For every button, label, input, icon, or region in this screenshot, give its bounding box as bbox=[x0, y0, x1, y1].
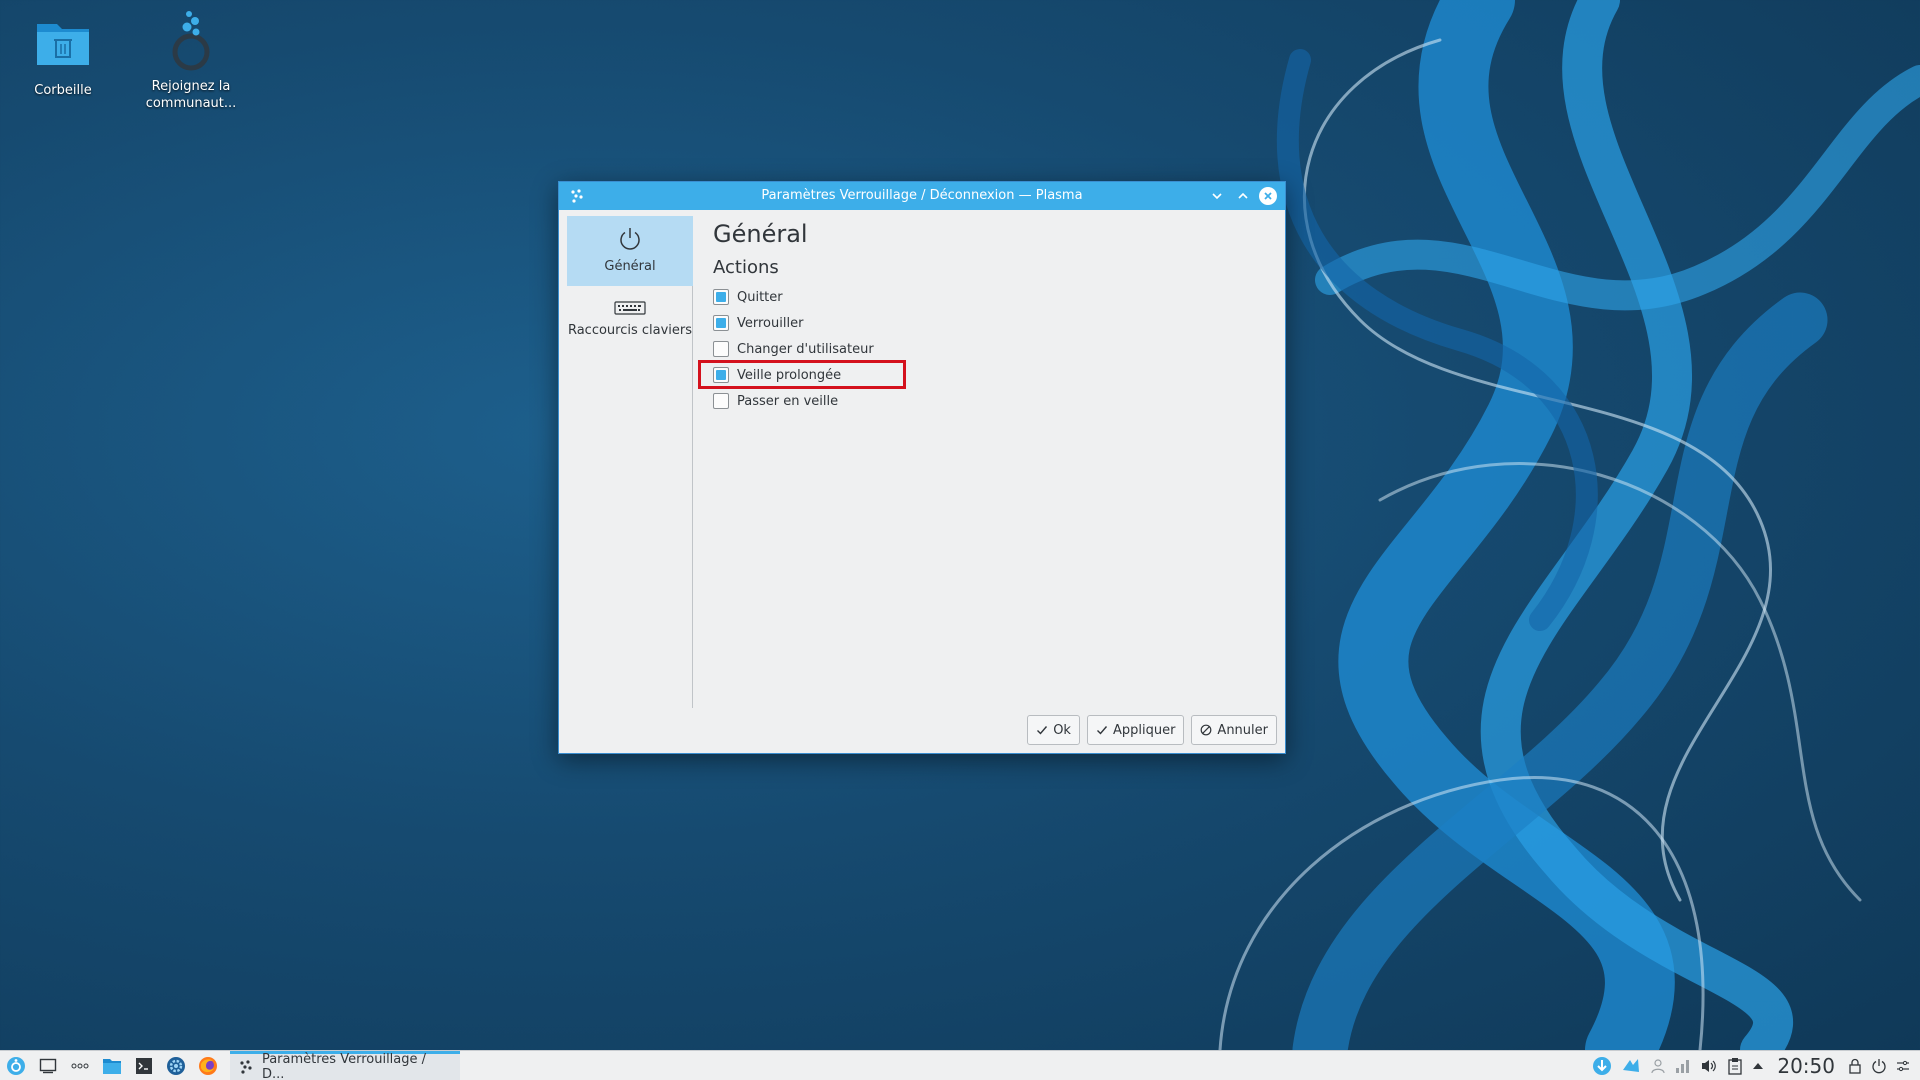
category-sidebar: Général Raccourcis claviers bbox=[567, 216, 693, 708]
power-icon[interactable] bbox=[1871, 1058, 1887, 1074]
settings-window: Paramètres Verrouillage / Déconnexion — … bbox=[558, 181, 1286, 754]
file-manager-launcher[interactable] bbox=[100, 1054, 124, 1078]
app-icon bbox=[240, 1060, 252, 1074]
check-icon bbox=[1096, 726, 1107, 735]
app-icon bbox=[571, 189, 583, 203]
sidebar-item-label: Général bbox=[604, 259, 656, 274]
dialog-buttons: Ok Appliquer Annuler bbox=[1027, 715, 1277, 745]
maximize-button[interactable] bbox=[1233, 186, 1253, 206]
desktop-icon-label: Corbeille bbox=[34, 83, 92, 98]
apply-button[interactable]: Appliquer bbox=[1086, 715, 1185, 745]
overflow-button[interactable] bbox=[68, 1054, 92, 1078]
community-icon bbox=[172, 11, 210, 71]
sidebar-item-general[interactable]: Général bbox=[567, 216, 693, 286]
volume-icon[interactable] bbox=[1700, 1058, 1718, 1074]
taskbar-task-settings[interactable]: Paramètres Verrouillage / D... bbox=[230, 1050, 460, 1080]
close-button[interactable] bbox=[1259, 187, 1277, 205]
sidebar-item-label: Raccourcis claviers bbox=[567, 323, 693, 338]
checkbox-label: Quitter bbox=[737, 289, 783, 305]
section-heading: Actions bbox=[713, 257, 779, 278]
launcher-icon bbox=[7, 1056, 25, 1075]
discover-icon[interactable] bbox=[1621, 1056, 1641, 1076]
page-title: Général bbox=[713, 220, 808, 248]
checkbox-label: Verrouiller bbox=[737, 315, 804, 331]
update-icon[interactable] bbox=[1592, 1056, 1612, 1076]
more-icon bbox=[71, 1063, 89, 1068]
checkbox-label: Passer en veille bbox=[737, 393, 839, 409]
checkbox-label: Changer d'utilisateur bbox=[737, 341, 874, 357]
window-title: Paramètres Verrouillage / Déconnexion — … bbox=[761, 188, 1083, 203]
minimize-button[interactable] bbox=[1207, 186, 1227, 206]
checkbox-box[interactable] bbox=[713, 315, 729, 331]
desktop-icon bbox=[39, 1058, 57, 1073]
clipboard-icon[interactable] bbox=[1727, 1057, 1743, 1075]
desktop-icon-trash[interactable]: Corbeille bbox=[8, 12, 118, 99]
settings-launcher[interactable] bbox=[164, 1054, 188, 1078]
checkbox-verrouiller[interactable]: Verrouiller bbox=[713, 310, 1275, 336]
checkbox-changer-utilisateur[interactable]: Changer d'utilisateur bbox=[713, 336, 1275, 362]
network-icon[interactable] bbox=[1675, 1058, 1691, 1074]
desktop-icon-community[interactable]: Rejoignez la communaut... bbox=[136, 8, 246, 112]
checkbox-box[interactable] bbox=[713, 393, 729, 409]
task-label: Paramètres Verrouillage / D... bbox=[261, 1052, 427, 1080]
checkbox-box[interactable] bbox=[713, 289, 729, 305]
cancel-button-label: Annuler bbox=[1217, 722, 1268, 738]
check-icon bbox=[1037, 726, 1048, 735]
settings-content: Général Actions Quitter Verrouiller Chan… bbox=[698, 216, 1275, 414]
checkbox-passer-en-veille[interactable]: Passer en veille bbox=[713, 388, 1275, 414]
chevron-down-icon bbox=[1212, 193, 1222, 200]
power-icon bbox=[620, 228, 640, 250]
chevron-up-icon bbox=[1238, 192, 1248, 199]
gear-icon bbox=[167, 1056, 185, 1075]
checkbox-quitter[interactable]: Quitter bbox=[713, 284, 1275, 310]
firefox-launcher[interactable] bbox=[196, 1054, 220, 1078]
cancel-button[interactable]: Annuler bbox=[1191, 715, 1277, 745]
user-icon[interactable] bbox=[1650, 1058, 1666, 1074]
cancel-icon bbox=[1201, 724, 1212, 736]
desktop-icon-label: Rejoignez la communaut... bbox=[145, 79, 237, 111]
app-launcher-button[interactable] bbox=[4, 1054, 28, 1078]
trash-folder-icon bbox=[37, 24, 89, 65]
ok-button[interactable]: Ok bbox=[1027, 715, 1080, 745]
show-desktop-button[interactable] bbox=[36, 1054, 60, 1078]
folder-icon bbox=[103, 1058, 121, 1074]
highlight-annotation bbox=[698, 360, 906, 389]
apply-button-label: Appliquer bbox=[1112, 722, 1176, 738]
chevron-up-icon[interactable] bbox=[1752, 1061, 1764, 1071]
clock[interactable]: 20:50 bbox=[1777, 1054, 1835, 1078]
firefox-icon bbox=[199, 1056, 217, 1075]
sidebar-item-shortcuts[interactable]: Raccourcis claviers bbox=[567, 286, 693, 368]
window-titlebar[interactable]: Paramètres Verrouillage / Déconnexion — … bbox=[559, 182, 1285, 210]
checkbox-box[interactable] bbox=[713, 341, 729, 357]
ok-button-label: Ok bbox=[1053, 722, 1071, 738]
lock-icon[interactable] bbox=[1848, 1058, 1862, 1074]
taskbar: Paramètres Verrouillage / D... 20:50 bbox=[0, 1050, 1920, 1080]
panel-settings-icon[interactable] bbox=[1896, 1059, 1910, 1073]
terminal-launcher[interactable] bbox=[132, 1054, 156, 1078]
terminal-icon bbox=[136, 1057, 152, 1074]
keyboard-icon bbox=[614, 301, 646, 315]
system-tray: 20:50 bbox=[1592, 1054, 1920, 1078]
close-icon bbox=[1264, 192, 1272, 200]
